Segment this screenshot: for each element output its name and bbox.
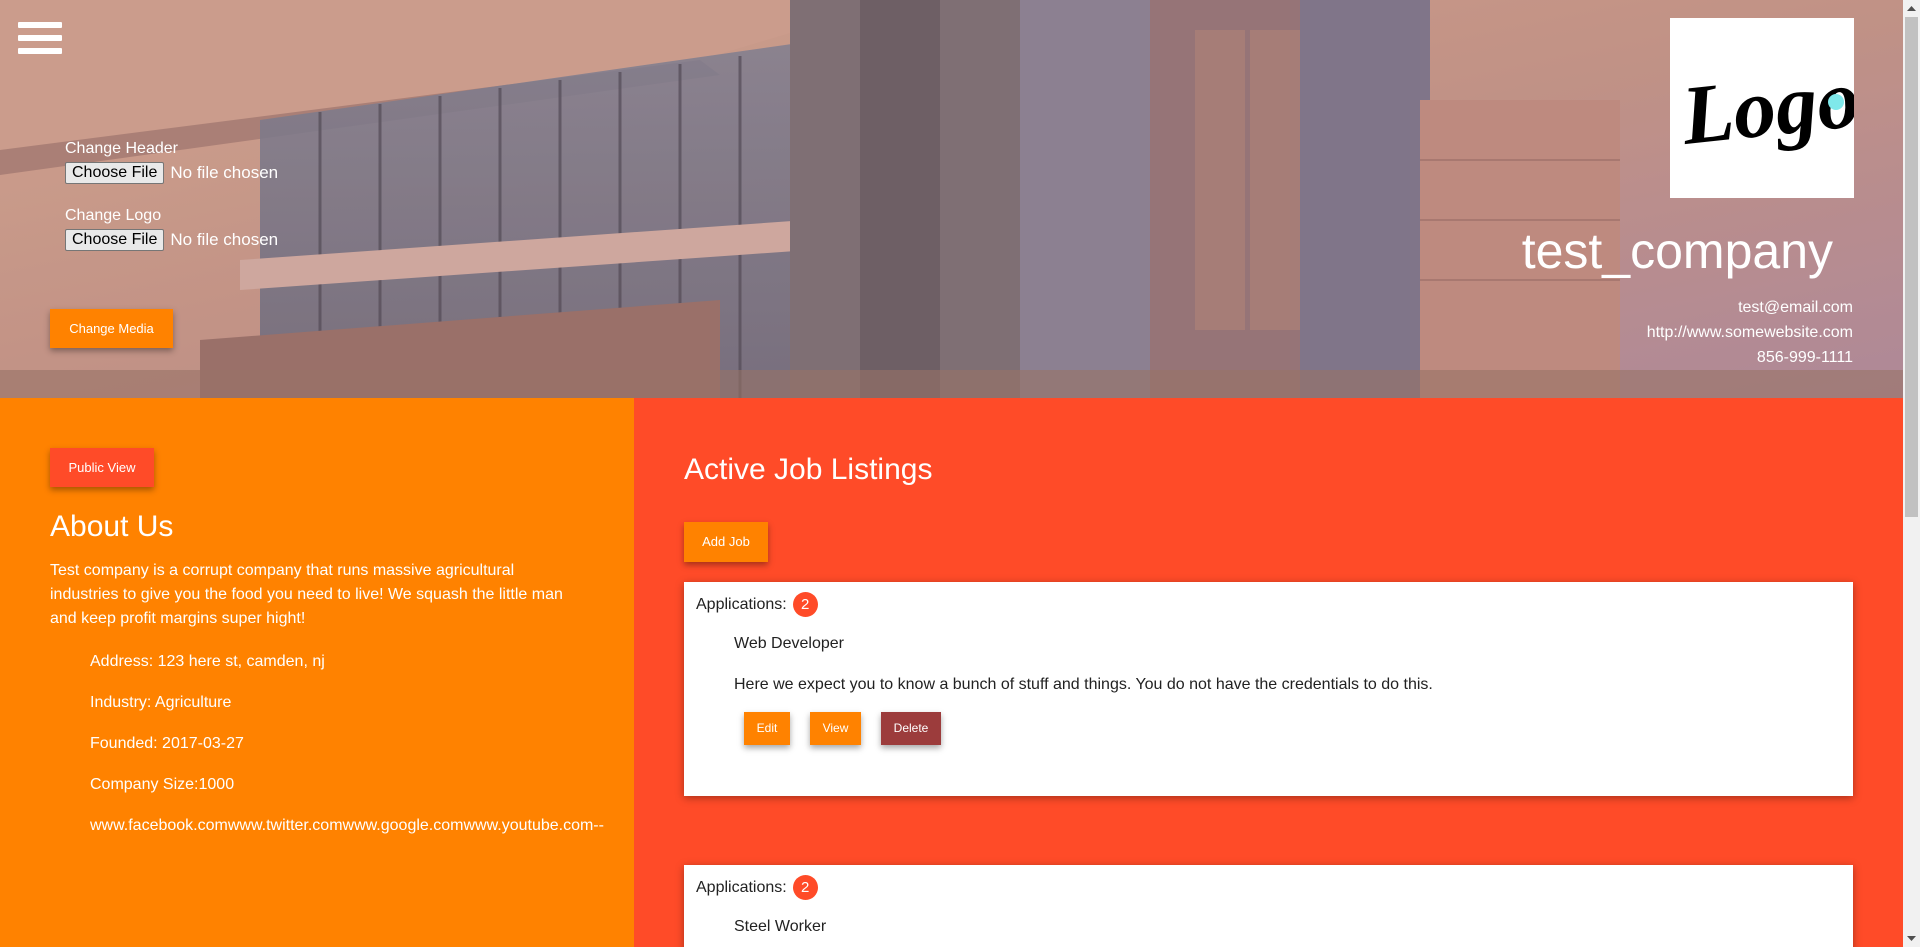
page-scrollbar[interactable] (1903, 0, 1920, 947)
company-industry: Industry: Agriculture (90, 694, 232, 711)
change-media-button[interactable]: Change Media (50, 309, 173, 348)
applications-count: Applications: 2 (696, 592, 818, 617)
change-header-label: Change Header (65, 140, 178, 157)
header-file-status: No file chosen (170, 163, 279, 182)
logo-image: Logo (1677, 52, 1864, 163)
about-panel: Public View About Us Test company is a c… (0, 398, 634, 947)
company-contact-info: test@email.com http://www.somewebsite.co… (1647, 295, 1853, 370)
scroll-up-arrow-icon[interactable] (1903, 0, 1920, 17)
logo-file-input[interactable]: Choose File No file chosen (65, 228, 278, 252)
company-logo: Logo (1670, 18, 1864, 198)
change-media-form: Change Header Choose File No file chosen… (65, 140, 278, 252)
change-logo-label: Change Logo (65, 207, 162, 224)
add-job-button[interactable]: Add Job (684, 522, 768, 562)
job-description: Here we expect you to know a bunch of st… (734, 676, 1433, 693)
company-phone: 856-999-1111 (1756, 349, 1853, 366)
jobs-panel: Active Job Listings Add Job Applications… (634, 398, 1903, 947)
job-card: Applications: 2 Steel Worker (684, 865, 1853, 947)
header-background-image (0, 0, 1903, 398)
view-job-button[interactable]: View (810, 712, 861, 745)
company-size: Company Size:1000 (90, 776, 235, 793)
company-address: Address: 123 here st, camden, nj (90, 653, 325, 670)
edit-job-button[interactable]: Edit (744, 712, 790, 745)
social-links[interactable]: www.facebook.comwww.twitter.comwww.googl… (90, 817, 604, 835)
applications-label: Applications: (696, 595, 787, 613)
company-name: test_company (1521, 223, 1833, 279)
company-founded: Founded: 2017-03-27 (90, 735, 244, 752)
about-description: Test company is a corrupt company that r… (50, 562, 563, 627)
job-title: Steel Worker (734, 918, 827, 935)
applications-count: Applications: 2 (696, 875, 818, 900)
logo-wordmark: Logo (1677, 52, 1854, 163)
choose-header-file-button[interactable]: Choose File (65, 162, 165, 184)
job-actions: Edit View Delete (744, 712, 961, 745)
delete-job-button[interactable]: Delete (881, 712, 941, 745)
applications-badge: 2 (792, 875, 818, 900)
applications-badge: 2 (792, 592, 818, 617)
scroll-down-arrow-icon[interactable] (1903, 930, 1920, 947)
company-email: test@email.com (1738, 299, 1853, 316)
job-title: Web Developer (734, 635, 844, 652)
hamburger-menu-icon[interactable] (18, 22, 62, 60)
job-card: Applications: 2 Web Developer Here we ex… (684, 582, 1853, 796)
public-view-button[interactable]: Public View (50, 448, 154, 487)
company-website: http://www.somewebsite.com (1646, 324, 1853, 341)
jobs-title: Active Job Listings (684, 453, 933, 486)
logo-file-status: No file chosen (170, 230, 279, 249)
page-viewport: Change Header Choose File No file chosen… (0, 0, 1903, 947)
choose-logo-file-button[interactable]: Choose File (65, 229, 165, 251)
scrollbar-thumb[interactable] (1905, 17, 1918, 517)
header-hero: Change Header Choose File No file chosen… (0, 0, 1903, 398)
about-title: About Us (50, 510, 174, 543)
header-file-input[interactable]: Choose File No file chosen (65, 161, 278, 185)
applications-label: Applications: (696, 878, 787, 896)
